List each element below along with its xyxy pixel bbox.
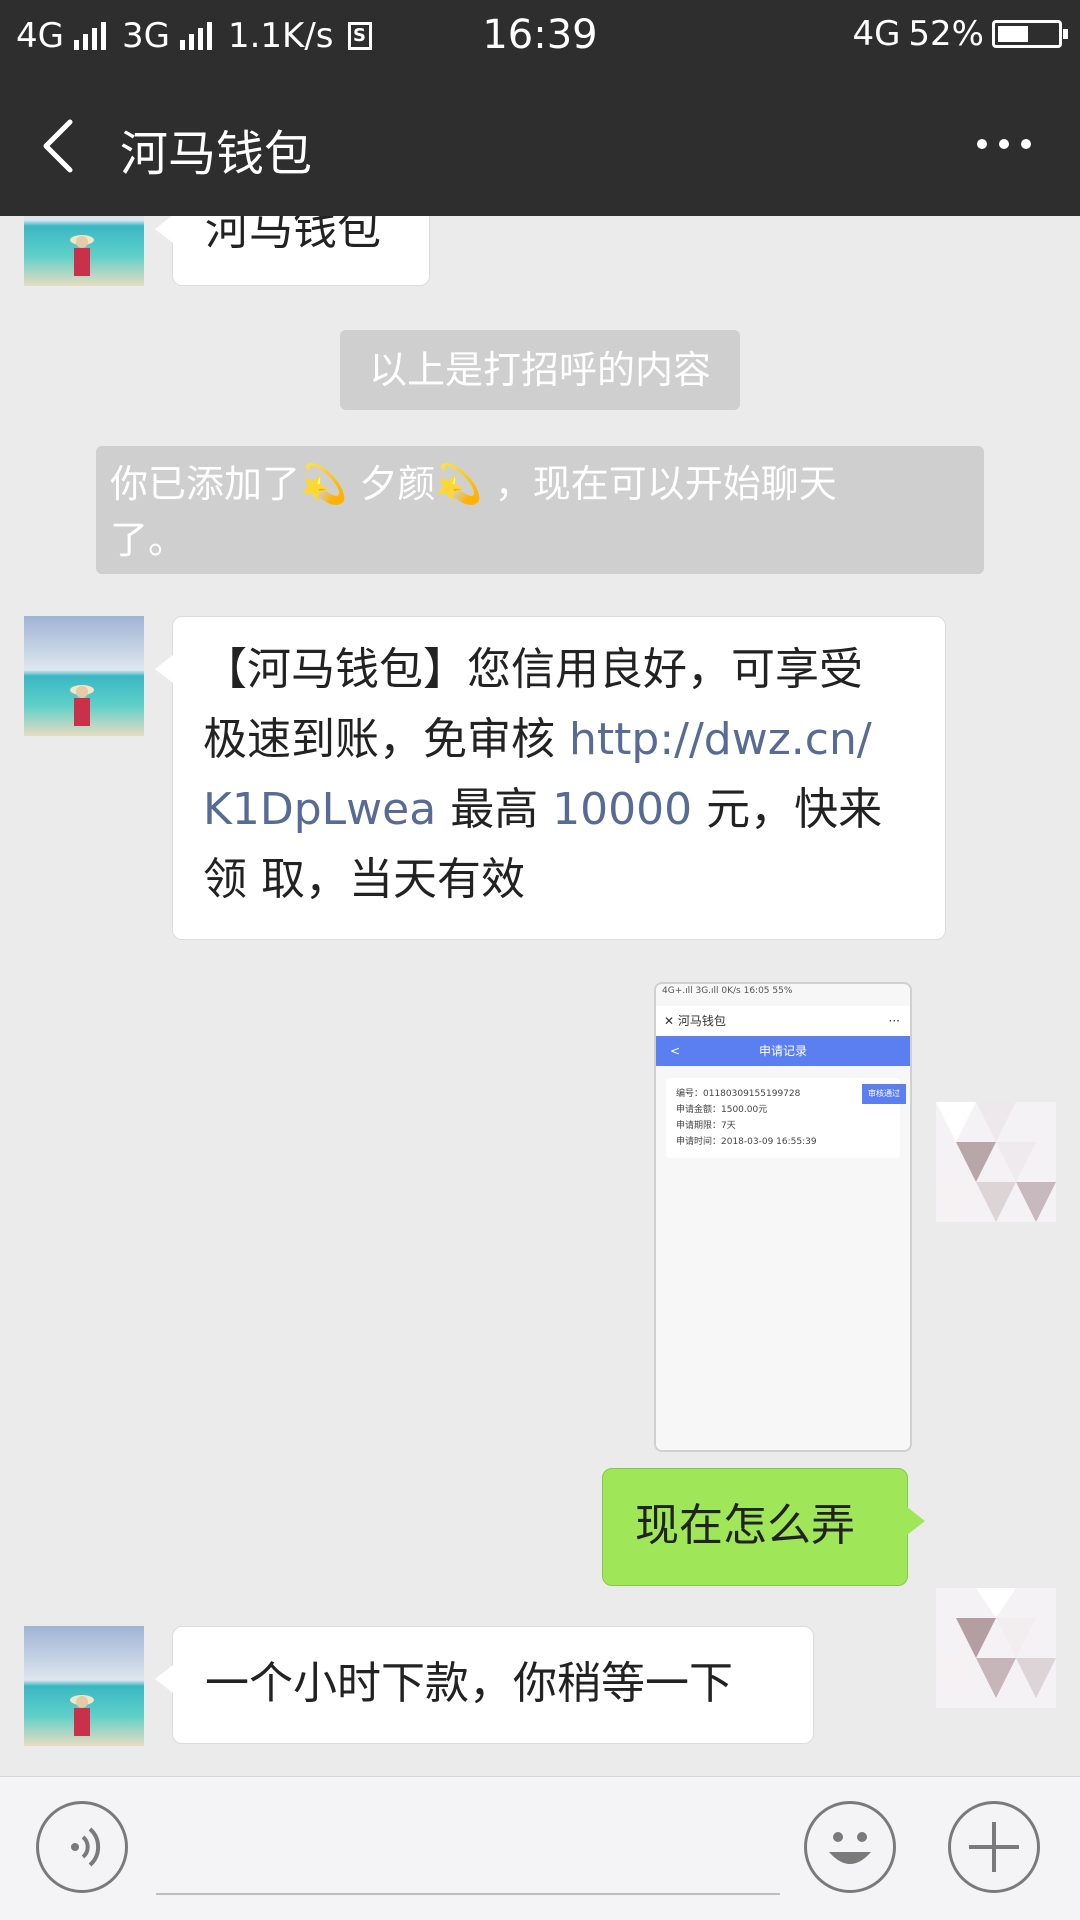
system-note-line-1: 你已添加了💫 夕颜💫 ，现在可以开始聊天 <box>110 462 837 506</box>
chat-title: 河马钱包 <box>120 126 313 182</box>
contact-avatar[interactable] <box>24 1626 144 1746</box>
emoji-button[interactable] <box>804 1801 896 1893</box>
ad-text-line-1: 【河马钱包】您信用良好，可享受 <box>203 644 863 695</box>
status-bar: 4G 3G 1.1K/s S 16:39 4G 52% <box>0 0 1080 74</box>
system-note-added: 你已添加了💫 夕颜💫 ，现在可以开始聊天 了。 <box>96 446 984 574</box>
system-note-line-2: 了。 <box>110 518 187 562</box>
chat-area[interactable]: 河马钱包 以上是打招呼的内容 你已添加了💫 夕颜💫 ，现在可以开始聊天 了。 【… <box>0 216 1080 1776</box>
self-avatar[interactable] <box>936 1102 1056 1222</box>
message-text: 河马钱包 <box>205 216 381 255</box>
voice-input-button[interactable] <box>36 1801 128 1893</box>
status-right: 4G 52% <box>852 14 1068 54</box>
screenshot-title-bar: ✕ 河马钱包 ··· <box>656 1006 910 1036</box>
voice-icon <box>71 1827 101 1867</box>
message-bubble-incoming[interactable]: 【河马钱包】您信用良好，可享受 极速到账，免审核 http://dwz.cn/ … <box>155 616 946 940</box>
contact-avatar[interactable] <box>24 216 144 286</box>
screenshot-status-bar: 4G+.ıll 3G.ıll 0K/s 16:05 55% <box>662 986 793 996</box>
battery-icon <box>992 20 1068 48</box>
screenshot-record-card: 审核通过 编号：01180309155199728 申请金额：1500.00元 … <box>666 1078 906 1158</box>
wechat-chat-screen: 4G 3G 1.1K/s S 16:39 4G 52% 河马钱包 河马钱包 以上… <box>0 0 1080 1920</box>
system-note-text: 以上是打招呼的内容 <box>368 348 711 392</box>
battery-fill <box>998 26 1028 42</box>
chat-input-bar <box>0 1776 1080 1920</box>
ad-text: 极速到账，免审核 <box>203 714 569 765</box>
ad-amount[interactable]: 10000 <box>552 784 692 835</box>
screenshot-row: 申请期限：7天 <box>676 1121 736 1131</box>
screenshot-row: 申请金额：1500.00元 <box>676 1105 768 1115</box>
battery-percent: 52% <box>908 14 984 54</box>
contact-avatar[interactable] <box>24 616 144 736</box>
message-bubble-incoming[interactable]: 一个小时下款，你稍等一下 <box>155 1626 814 1744</box>
screenshot-nav-bar: < 申请记录 <box>656 1036 910 1066</box>
back-arrow-icon[interactable] <box>36 116 92 176</box>
more-functions-button[interactable] <box>948 1801 1040 1893</box>
ad-text-line-4: 领 取，当天有效 <box>203 854 525 905</box>
screenshot-title: 河马钱包 <box>677 1014 726 1028</box>
ad-text-line-2: 极速到账，免审核 http://dwz.cn/ <box>203 705 915 775</box>
ad-link[interactable]: http://dwz.cn/ <box>569 714 872 765</box>
screenshot-status-tag: 审核通过 <box>862 1084 906 1104</box>
screenshot-row: 编号：01180309155199728 <box>676 1089 801 1099</box>
plus-icon <box>969 1822 1019 1872</box>
more-options-icon[interactable] <box>974 136 1034 152</box>
ad-text: 元，快来 <box>692 784 883 835</box>
chat-header: 河马钱包 <box>0 74 1080 216</box>
smiley-icon <box>829 1832 871 1864</box>
ad-text-line-3: K1DpLwea 最高 10000 元，快来 <box>203 775 915 845</box>
network-label-right: 4G <box>852 14 901 54</box>
image-message-screenshot[interactable]: 4G+.ıll 3G.ıll 0K/s 16:05 55% ✕ 河马钱包 ··· … <box>654 982 912 1452</box>
screenshot-back-icon: < <box>670 1044 681 1058</box>
message-text: 现在怎么弄 <box>635 1500 855 1551</box>
message-bubble-outgoing[interactable]: 现在怎么弄 <box>602 1468 925 1586</box>
ad-text: 最高 <box>436 784 553 835</box>
self-avatar[interactable] <box>936 1588 1056 1708</box>
screenshot-bar-title: 申请记录 <box>758 1044 807 1058</box>
message-text: 一个小时下款，你稍等一下 <box>205 1658 733 1709</box>
ad-link-cont[interactable]: K1DpLwea <box>203 784 436 835</box>
system-note-greeting: 以上是打招呼的内容 <box>340 330 740 410</box>
screenshot-more: ··· <box>888 1014 900 1028</box>
screenshot-row: 申请时间：2018-03-09 16:55:39 <box>676 1137 817 1147</box>
message-text-input[interactable] <box>156 1893 780 1895</box>
message-bubble-incoming[interactable]: 河马钱包 <box>155 216 430 286</box>
